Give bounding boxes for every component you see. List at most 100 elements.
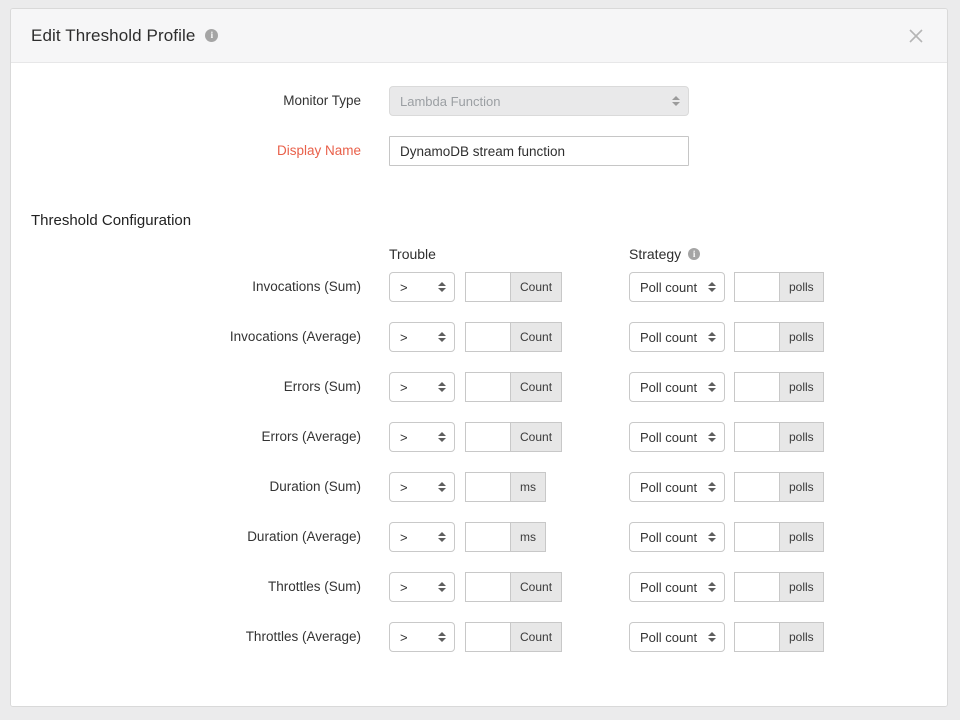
strategy-select[interactable]: Poll count	[629, 572, 725, 602]
strategy-input-group: polls	[734, 572, 824, 602]
threshold-row: Throttles (Sum) > Count Poll count polls	[11, 572, 947, 602]
trouble-value-input[interactable]	[466, 273, 510, 301]
strategy-input-group: polls	[734, 622, 824, 652]
metric-label: Errors (Average)	[11, 422, 361, 452]
info-icon[interactable]	[688, 248, 700, 260]
trouble-value-input[interactable]	[466, 623, 510, 651]
polls-addon: polls	[779, 273, 823, 301]
unit-addon: ms	[510, 473, 545, 501]
select-arrows-icon	[708, 532, 716, 542]
select-arrows-icon	[708, 332, 716, 342]
select-arrows-icon	[708, 282, 716, 292]
trouble-input-group: Count	[465, 622, 562, 652]
strategy-input-group: polls	[734, 322, 824, 352]
select-arrows-icon	[708, 432, 716, 442]
strategy-value-input[interactable]	[735, 573, 779, 601]
comparator-value: >	[400, 530, 432, 545]
unit-addon: Count	[510, 623, 561, 651]
threshold-row: Invocations (Sum) > Count Poll count pol…	[11, 272, 947, 302]
display-name-input[interactable]	[389, 136, 689, 166]
display-name-label: Display Name	[11, 136, 361, 166]
strategy-input-group: polls	[734, 372, 824, 402]
comparator-select[interactable]: >	[389, 472, 455, 502]
metric-label: Duration (Sum)	[11, 472, 361, 502]
comparator-select[interactable]: >	[389, 372, 455, 402]
select-arrows-icon	[708, 582, 716, 592]
trouble-column-header: Trouble	[389, 245, 436, 263]
comparator-select[interactable]: >	[389, 322, 455, 352]
polls-addon: polls	[779, 423, 823, 451]
strategy-select[interactable]: Poll count	[629, 372, 725, 402]
trouble-input-group: ms	[465, 472, 546, 502]
strategy-value-input[interactable]	[735, 373, 779, 401]
comparator-value: >	[400, 330, 432, 345]
comparator-value: >	[400, 430, 432, 445]
strategy-value: Poll count	[640, 330, 702, 345]
strategy-column-header: Strategy	[629, 245, 700, 263]
strategy-value-input[interactable]	[735, 423, 779, 451]
unit-addon: Count	[510, 323, 561, 351]
unit-addon: Count	[510, 423, 561, 451]
select-arrows-icon	[708, 382, 716, 392]
comparator-select[interactable]: >	[389, 522, 455, 552]
select-arrows-icon	[708, 632, 716, 642]
close-icon[interactable]	[907, 27, 925, 45]
monitor-type-select: Lambda Function	[389, 86, 689, 116]
select-arrows-icon	[438, 582, 446, 592]
trouble-value-input[interactable]	[466, 323, 510, 351]
metric-label: Duration (Average)	[11, 522, 361, 552]
edit-threshold-profile-modal: Edit Threshold Profile Monitor Type Lamb…	[10, 8, 948, 707]
strategy-value: Poll count	[640, 280, 702, 295]
info-icon[interactable]	[205, 29, 218, 42]
metric-label: Invocations (Sum)	[11, 272, 361, 302]
comparator-select[interactable]: >	[389, 272, 455, 302]
comparator-value: >	[400, 380, 432, 395]
trouble-value-input[interactable]	[466, 573, 510, 601]
trouble-input-group: Count	[465, 572, 562, 602]
comparator-select[interactable]: >	[389, 622, 455, 652]
threshold-row: Throttles (Average) > Count Poll count p…	[11, 622, 947, 652]
select-arrows-icon	[438, 632, 446, 642]
strategy-value-input[interactable]	[735, 523, 779, 551]
trouble-value-input[interactable]	[466, 473, 510, 501]
strategy-value-input[interactable]	[735, 473, 779, 501]
comparator-select[interactable]: >	[389, 422, 455, 452]
polls-addon: polls	[779, 623, 823, 651]
unit-addon: Count	[510, 373, 561, 401]
trouble-value-input[interactable]	[466, 373, 510, 401]
metric-label: Invocations (Average)	[11, 322, 361, 352]
strategy-value: Poll count	[640, 380, 702, 395]
monitor-type-label: Monitor Type	[11, 86, 361, 116]
strategy-select[interactable]: Poll count	[629, 622, 725, 652]
strategy-value: Poll count	[640, 430, 702, 445]
select-arrows-icon	[438, 482, 446, 492]
strategy-input-group: polls	[734, 472, 824, 502]
threshold-row: Errors (Sum) > Count Poll count polls	[11, 372, 947, 402]
strategy-value: Poll count	[640, 580, 702, 595]
select-arrows-icon	[438, 432, 446, 442]
trouble-value-input[interactable]	[466, 523, 510, 551]
strategy-value-input[interactable]	[735, 323, 779, 351]
comparator-select[interactable]: >	[389, 572, 455, 602]
trouble-value-input[interactable]	[466, 423, 510, 451]
metric-label: Throttles (Average)	[11, 622, 361, 652]
strategy-select[interactable]: Poll count	[629, 272, 725, 302]
trouble-input-group: Count	[465, 372, 562, 402]
strategy-select[interactable]: Poll count	[629, 472, 725, 502]
strategy-value-input[interactable]	[735, 273, 779, 301]
strategy-value: Poll count	[640, 630, 702, 645]
comparator-value: >	[400, 480, 432, 495]
threshold-row: Invocations (Average) > Count Poll count…	[11, 322, 947, 352]
unit-addon: ms	[510, 523, 545, 551]
polls-addon: polls	[779, 323, 823, 351]
strategy-value-input[interactable]	[735, 623, 779, 651]
polls-addon: polls	[779, 473, 823, 501]
select-arrows-icon	[438, 282, 446, 292]
comparator-value: >	[400, 580, 432, 595]
strategy-select[interactable]: Poll count	[629, 422, 725, 452]
unit-addon: Count	[510, 273, 561, 301]
select-arrows-icon	[438, 382, 446, 392]
strategy-select[interactable]: Poll count	[629, 322, 725, 352]
trouble-input-group: Count	[465, 322, 562, 352]
strategy-select[interactable]: Poll count	[629, 522, 725, 552]
